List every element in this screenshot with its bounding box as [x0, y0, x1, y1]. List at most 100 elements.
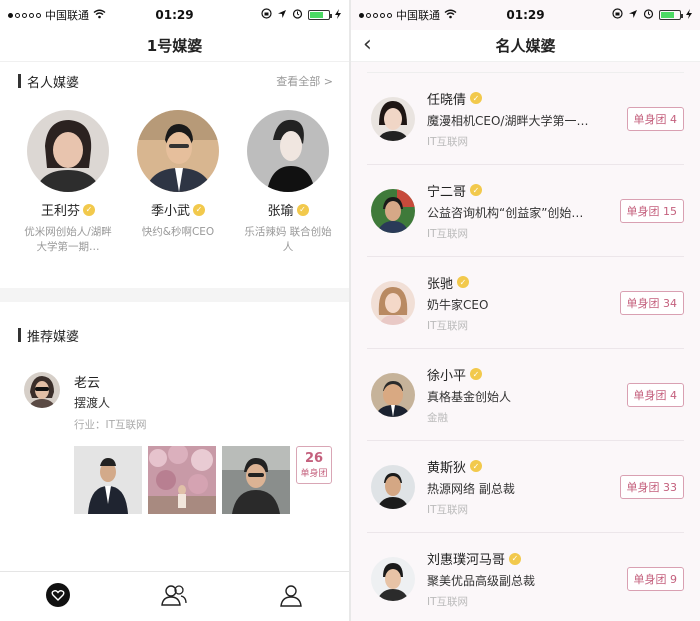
item-name: 黄斯狄	[427, 460, 467, 476]
team-button[interactable]: 单身团 33	[619, 474, 684, 499]
team-button[interactable]: 单身团 34	[619, 290, 684, 315]
celebrity-card[interactable]: 张瑜 ✓ 乐活辣妈 联合创始人	[242, 110, 334, 288]
celebrity-desc: 乐活辣妈 联合创始人	[244, 226, 332, 253]
avatar	[371, 464, 415, 509]
rotation-lock-icon	[612, 8, 623, 22]
people-icon	[160, 583, 188, 611]
recommend-industry: 行业：IT互联网	[74, 419, 147, 431]
avatar	[27, 110, 109, 192]
list-item[interactable]: 徐小平 ✓ 真格基金创始人 金融 单身团 4	[367, 349, 684, 441]
alarm-icon	[643, 8, 654, 22]
signal-icon	[8, 12, 41, 18]
charging-icon	[686, 8, 692, 22]
celebrity-card[interactable]: 季小武 ✓ 快约&秒啊CEO	[132, 110, 224, 288]
verified-badge-icon: ✓	[83, 203, 95, 216]
rotation-lock-icon	[261, 8, 272, 22]
avatar	[371, 280, 415, 325]
section-divider	[0, 288, 349, 302]
charging-icon	[335, 8, 341, 22]
team-count-badge[interactable]: 26 单身团	[296, 446, 332, 484]
item-title: 奶牛家CEO	[427, 297, 489, 312]
celebrity-card[interactable]: 王利芬 ✓ 优米网创始人/湖畔大学第一期…	[22, 110, 114, 288]
recommend-name: 老云	[74, 376, 101, 391]
nav-bar: 1号媒婆	[0, 30, 349, 62]
item-title: 真格基金创始人	[427, 389, 512, 404]
battery-icon	[308, 10, 332, 20]
team-button[interactable]: 单身团 4	[626, 106, 684, 131]
avatar	[24, 372, 60, 408]
item-industry: IT互联网	[427, 503, 469, 516]
item-industry: 金融	[427, 411, 448, 424]
celebrity-list[interactable]: 任晓倩 ✓ 魔漫相机CEO/湖畔大学第一… IT互联网 单身团 4 宁二哥 ✓ 公益…	[351, 73, 700, 621]
item-title: 公益咨询机构“创益家”创始…	[427, 205, 584, 220]
carrier: 中国联通	[45, 9, 89, 22]
recommend-section: 推荐媒婆 老云 摆渡人 行业：IT互联网 26 单身团	[0, 302, 349, 514]
avatar	[137, 110, 219, 192]
team-button[interactable]: 单身团 4	[626, 382, 684, 407]
verified-badge-icon: ✓	[193, 203, 205, 216]
section-title: 推荐媒婆	[27, 329, 80, 345]
battery-icon	[659, 10, 683, 20]
item-name: 徐小平	[427, 368, 467, 384]
item-industry: IT互联网	[427, 596, 469, 608]
photo-strip: 26 单身团	[0, 432, 349, 514]
recommend-item[interactable]: 老云 摆渡人 行业：IT互联网	[0, 350, 349, 432]
status-bar: 中国联通 01:29	[0, 0, 349, 30]
verified-badge-icon: ✓	[470, 184, 483, 196]
verified-badge-icon: ✓	[457, 276, 470, 288]
avatar	[371, 557, 415, 601]
verified-badge-icon: ✓	[470, 368, 483, 380]
item-industry: IT互联网	[427, 227, 469, 240]
left-screen: 中国联通 01:29 1号媒婆 名人媒婆 查看全部 > 王利芬 ✓ 优米网创始人/…	[0, 0, 349, 621]
team-count: 26	[304, 451, 324, 466]
avatar	[371, 372, 415, 417]
item-industry: IT互联网	[427, 135, 469, 148]
celebrity-name: 季小武	[150, 204, 190, 219]
list-item[interactable]: 张驰 ✓ 奶牛家CEO IT互联网 单身团 34	[367, 257, 684, 349]
photo-thumbnail[interactable]	[148, 446, 216, 514]
item-name: 宁二哥	[427, 184, 467, 200]
location-icon	[277, 9, 287, 22]
item-name: 刘惠璞河马哥	[427, 553, 506, 568]
back-chevron-icon[interactable]: ‹	[363, 32, 372, 57]
recommend-section-header: 推荐媒婆	[0, 320, 349, 350]
team-button[interactable]: 单身团 9	[626, 567, 684, 591]
item-name: 张驰	[427, 276, 454, 292]
photo-thumbnail[interactable]	[222, 446, 290, 514]
tab-profile[interactable]	[277, 583, 305, 611]
signal-icon	[359, 12, 392, 18]
carrier: 中国联通	[396, 9, 440, 22]
avatar	[371, 96, 415, 141]
verified-badge-icon: ✓	[509, 552, 522, 565]
celebrity-desc: 优米网创始人/湖畔大学第一期…	[24, 226, 112, 253]
list-item[interactable]: 黄斯狄 ✓ 热源网络 副总裁 IT互联网 单身团 33	[367, 441, 684, 533]
person-icon	[279, 583, 303, 611]
avatar	[247, 110, 329, 192]
celebrity-carousel[interactable]: 王利芬 ✓ 优米网创始人/湖畔大学第一期… 季小武 ✓ 快约&秒啊CEO 张瑜 ✓ 乐…	[0, 96, 349, 288]
photo-thumbnail[interactable]	[74, 446, 142, 514]
heart-icon	[45, 582, 71, 612]
recommend-subtitle: 摆渡人	[74, 396, 111, 410]
avatar	[371, 188, 415, 233]
team-label: 单身团	[300, 469, 328, 479]
alarm-icon	[292, 8, 303, 22]
list-item[interactable]: 刘惠璞河马哥 ✓ 聚美优品高级副总裁 IT互联网 单身团 9	[367, 533, 684, 621]
location-icon	[628, 9, 638, 22]
celebrity-section-header: 名人媒婆 查看全部 >	[0, 66, 349, 96]
nav-bar: ‹ 名人媒婆	[351, 30, 700, 62]
tab-bar	[0, 571, 349, 621]
section-title: 名人媒婆	[27, 75, 80, 91]
view-all-link[interactable]: 查看全部 >	[276, 73, 333, 89]
team-button[interactable]: 单身团 15	[619, 198, 684, 223]
tab-matchmakers[interactable]	[160, 583, 188, 611]
list-item[interactable]: 任晓倩 ✓ 魔漫相机CEO/湖畔大学第一… IT互联网 单身团 4	[367, 73, 684, 165]
tab-home[interactable]	[44, 582, 72, 612]
wifi-icon	[444, 9, 457, 22]
item-title: 热源网络 副总裁	[427, 481, 515, 496]
item-name: 任晓倩	[427, 92, 467, 108]
page-title: 1号媒婆	[146, 37, 203, 55]
list-item[interactable]: 宁二哥 ✓ 公益咨询机构“创益家”创始… IT互联网 单身团 15	[367, 165, 684, 257]
item-title: 魔漫相机CEO/湖畔大学第一…	[427, 113, 589, 128]
celebrity-name: 王利芬	[40, 204, 80, 219]
page-title: 名人媒婆	[495, 37, 556, 55]
